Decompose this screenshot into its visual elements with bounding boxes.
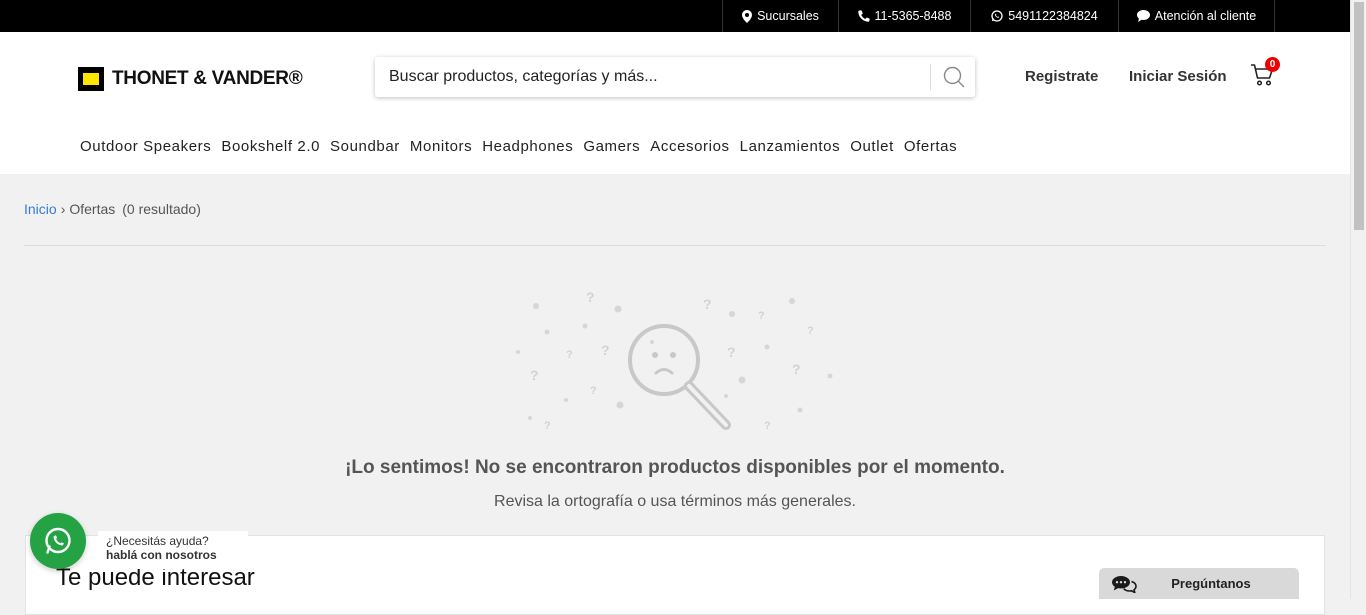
svg-text:?: ? (566, 349, 573, 361)
chat-bubble-icon (1136, 10, 1150, 22)
nav-item-lanzamientos[interactable]: Lanzamientos (740, 138, 841, 155)
search-button[interactable] (932, 57, 975, 97)
empty-state-title: ¡Lo sentimos! No se encontraron producto… (345, 457, 1005, 478)
search-divider (930, 64, 931, 90)
login-link[interactable]: Iniciar Sesión (1129, 68, 1227, 85)
top-bar: Sucursales 11-5365-8488 5491122384824 At… (0, 0, 1350, 32)
svg-text:?: ? (792, 361, 801, 377)
register-link[interactable]: Registrate (1025, 68, 1098, 85)
whatsapp-help-cta: hablá con nosotros (106, 548, 217, 562)
svg-text:?: ? (544, 420, 551, 432)
search-icon (943, 66, 964, 88)
whatsapp-help-bubble[interactable]: ¿Necesitás ayuda? hablá con nosotros (98, 531, 248, 569)
nav-item-accesorios[interactable]: Accesorios (650, 138, 729, 155)
nav-item-monitors[interactable]: Monitors (410, 138, 472, 155)
nav-item-outdoor-speakers[interactable]: Outdoor Speakers (80, 138, 211, 155)
phone-label: 11-5365-8488 (874, 9, 952, 23)
map-pin-icon (742, 9, 753, 23)
branches-label: Sucursales (757, 9, 819, 23)
svg-text:?: ? (590, 385, 597, 397)
logo-mark (78, 67, 104, 91)
main-nav: Outdoor Speakers Bookshelf 2.0 Soundbar … (80, 138, 957, 155)
support-link[interactable]: Atención al cliente (1118, 0, 1275, 32)
cart-button[interactable]: 0 (1250, 57, 1280, 91)
breadcrumb-home-link[interactable]: Inicio (24, 201, 57, 217)
nav-item-headphones[interactable]: Headphones (482, 138, 573, 155)
whatsapp-chat-button[interactable] (30, 513, 86, 569)
whatsapp-help-text: ¿Necesitás ayuda? (106, 534, 209, 548)
svg-text:?: ? (530, 367, 539, 383)
svg-text:?: ? (807, 325, 814, 337)
content-divider (24, 245, 1326, 246)
ask-us-label: Pregúntanos (1171, 576, 1251, 591)
svg-text:?: ? (764, 420, 771, 432)
branches-link[interactable]: Sucursales (722, 0, 838, 32)
breadcrumb-current: Ofertas (69, 201, 116, 217)
nav-item-soundbar[interactable]: Soundbar (330, 138, 400, 155)
phone-icon (857, 10, 870, 22)
nav-item-ofertas[interactable]: Ofertas (904, 138, 957, 155)
breadcrumb-separator: › (60, 201, 66, 217)
empty-state-subtitle: Revisa la ortografía o usa términos más … (494, 493, 856, 510)
nav-item-bookshelf[interactable]: Bookshelf 2.0 (221, 138, 320, 155)
support-label: Atención al cliente (1154, 9, 1257, 23)
svg-text:?: ? (703, 296, 712, 312)
whatsapp-label: 5491122384824 (1008, 9, 1098, 23)
phone-link[interactable]: 11-5365-8488 (838, 0, 970, 32)
scrollbar-thumb[interactable] (1354, 2, 1364, 230)
nav-item-gamers[interactable]: Gamers (583, 138, 640, 155)
site-header: THONET & VANDER® Registrate Iniciar Sesi… (0, 32, 1350, 174)
no-results-illustration: ???? ???? ???? (516, 289, 833, 432)
whatsapp-icon (45, 527, 71, 554)
ask-us-tab[interactable]: Pregúntanos (1099, 568, 1299, 599)
result-count: (0 resultado) (122, 201, 201, 217)
nav-item-outlet[interactable]: Outlet (850, 138, 894, 155)
search-input[interactable] (375, 57, 930, 97)
logo-text: THONET & VANDER® (112, 68, 303, 89)
whatsapp-link[interactable]: 5491122384824 (970, 0, 1118, 32)
search-bar (375, 57, 975, 97)
svg-text:?: ? (601, 342, 610, 358)
svg-text:?: ? (727, 344, 736, 360)
whatsapp-icon (991, 10, 1003, 22)
cart-count-badge: 0 (1265, 57, 1280, 72)
breadcrumb: Inicio › Ofertas (0 resultado) (24, 201, 201, 217)
svg-text:?: ? (586, 289, 595, 305)
svg-text:?: ? (758, 310, 765, 322)
brand-logo[interactable]: THONET & VANDER® (78, 67, 303, 91)
page-scrollbar[interactable] (1350, 0, 1366, 599)
